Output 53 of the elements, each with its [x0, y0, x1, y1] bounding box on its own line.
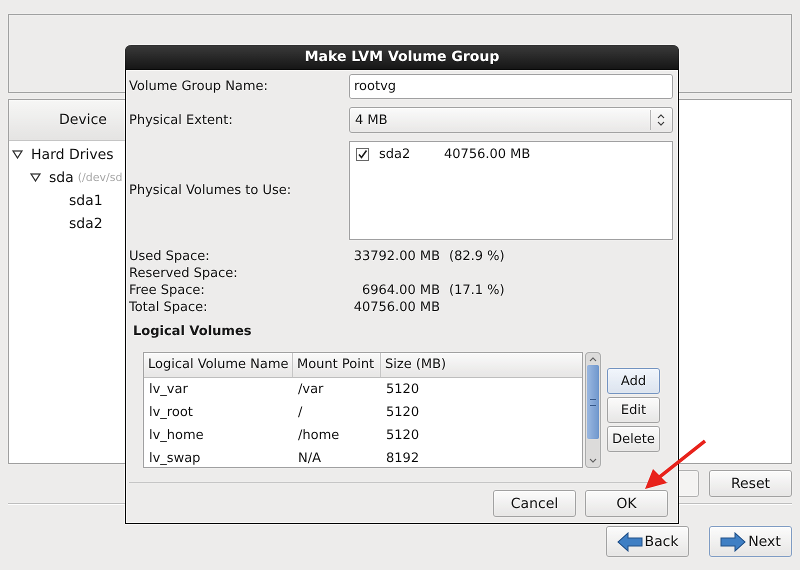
- left-arrow-icon: [616, 532, 642, 552]
- tree-item[interactable]: Hard Drives: [31, 146, 114, 162]
- stat-value: 6964.00 MB: [360, 283, 440, 298]
- table-cell-text: 8192: [385, 451, 420, 466]
- column-header[interactable]: Size (MB): [381, 353, 582, 377]
- table-cell-text: 5120: [385, 405, 420, 420]
- device-path: (/dev/sd: [78, 171, 122, 184]
- table-cell-text: lv_swap: [148, 451, 202, 466]
- table-cell-text: lv_home: [148, 428, 205, 443]
- back-button[interactable]: Back: [606, 526, 689, 557]
- stat-percent: (17.1 %): [449, 283, 505, 298]
- stat-label: Free Space:: [129, 283, 206, 298]
- input-field[interactable]: rootvg: [349, 74, 673, 99]
- cancel-button[interactable]: Cancel: [493, 490, 576, 517]
- table-cell-text: lv_var: [148, 382, 189, 397]
- extent-dropdown[interactable]: 4 MB: [349, 107, 673, 133]
- stat-label: Used Space:: [129, 249, 211, 264]
- up-down-chevron-icon: [656, 113, 666, 127]
- checkbox[interactable]: [356, 148, 369, 161]
- stat-label: Total Space:: [129, 300, 208, 315]
- table-action-button[interactable]: Delete: [607, 426, 660, 452]
- stat-label: Reserved Space:: [129, 266, 239, 281]
- column-header[interactable]: Logical Volume Name: [144, 353, 293, 377]
- tree-item[interactable]: sda: [49, 170, 74, 186]
- table-cell-text: N/A: [297, 451, 322, 466]
- ok-button[interactable]: OK: [585, 490, 668, 517]
- expanded-triangle-icon[interactable]: [30, 173, 41, 182]
- tree-item[interactable]: sda2: [69, 216, 103, 232]
- table-cell-text: lv_root: [148, 405, 194, 420]
- dialog-title: Make LVM Volume Group: [125, 45, 679, 70]
- tree-item[interactable]: sda1: [69, 192, 103, 208]
- table-cell-text: 5120: [385, 382, 420, 397]
- table-cell-text: /home: [297, 428, 340, 443]
- stat-value: 40756.00 MB: [352, 300, 440, 315]
- volume-name: sda2: [379, 147, 412, 162]
- table-cell-text: /: [297, 405, 304, 420]
- field-label: Physical Volumes to Use:: [129, 183, 292, 198]
- table-action-button[interactable]: Edit: [607, 397, 660, 423]
- reset-button[interactable]: Reset: [709, 470, 792, 497]
- section-heading: Logical Volumes: [133, 324, 253, 339]
- scrollbar[interactable]: [585, 352, 601, 468]
- partial-button[interactable]: [678, 470, 699, 497]
- field-label: Volume Group Name:: [129, 79, 269, 94]
- column-header[interactable]: Mount Point: [293, 353, 381, 377]
- stat-percent: (82.9 %): [449, 249, 505, 264]
- volume-size: 40756.00 MB: [444, 147, 530, 162]
- right-arrow-icon: [720, 532, 746, 552]
- next-button[interactable]: Next: [709, 526, 792, 557]
- table-cell-text: /var: [297, 382, 324, 397]
- stat-value: 33792.00 MB: [352, 249, 440, 264]
- expanded-triangle-icon[interactable]: [12, 150, 23, 159]
- table-action-button[interactable]: Add: [607, 368, 660, 394]
- table-cell-text: 5120: [385, 428, 420, 443]
